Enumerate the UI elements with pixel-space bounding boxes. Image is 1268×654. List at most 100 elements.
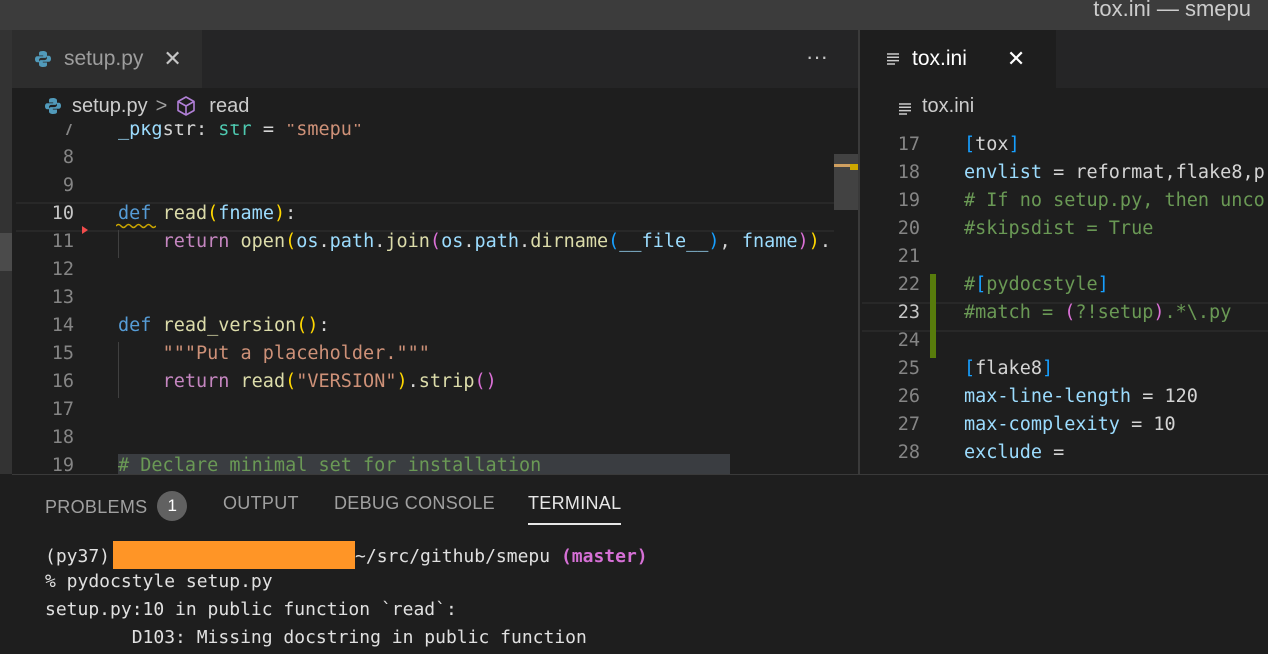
line-number: 19 xyxy=(51,455,74,474)
code-line[interactable]: 8 xyxy=(12,144,858,172)
scrollbar-marker xyxy=(850,164,858,170)
scrollbar-marker xyxy=(834,164,850,167)
code-line[interactable]: 18 envlist = reformat,flake8,p xyxy=(860,159,1268,187)
line-number: 26 xyxy=(897,386,920,407)
code-line[interactable]: 26 max-line-length = 120 xyxy=(860,383,1268,411)
lines-icon xyxy=(898,99,912,115)
line-number: 22 xyxy=(897,274,920,295)
line-number: 14 xyxy=(51,315,74,336)
activity-bar xyxy=(0,30,12,474)
bottom-panel: PROBLEMS 1 OUTPUT DEBUG CONSOLE TERMINAL … xyxy=(12,474,1268,654)
code-text: #[pydocstyle] xyxy=(964,274,1109,295)
code-line[interactable]: 27 max-complexity = 10 xyxy=(860,411,1268,439)
line-number: 23 xyxy=(897,302,920,323)
code-line[interactable]: 15 """Put a placeholder.""" xyxy=(12,340,858,368)
code-line[interactable]: 24 xyxy=(860,327,1268,355)
code-line[interactable]: 23 #match = (?!setup).*\.py xyxy=(860,299,1268,327)
tab-output[interactable]: OUTPUT xyxy=(223,493,299,514)
code-text: exclude = xyxy=(964,442,1065,463)
virtualenv-label: (py37) xyxy=(45,546,111,567)
breadcrumb: tox.ini xyxy=(860,88,1268,124)
left-tab-bar: setup.py ✕ ··· xyxy=(12,30,858,88)
more-actions-icon[interactable]: ··· xyxy=(806,44,828,70)
close-icon[interactable]: ✕ xyxy=(1007,46,1025,72)
code-line[interactable]: 25 [flake8] xyxy=(860,355,1268,383)
code-line[interactable]: 17 xyxy=(12,396,858,424)
tab-problems[interactable]: PROBLEMS 1 xyxy=(45,491,188,523)
cube-icon xyxy=(175,95,197,117)
title-bar: tox.ini — smepu xyxy=(0,0,1268,30)
tox-ini-editor[interactable]: 17 [tox] 18 envlist = reformat,flake8,p 19 # … xyxy=(860,124,1268,474)
terminal-output-line: D103: Missing docstring in public functi… xyxy=(45,627,587,648)
line-number: 15 xyxy=(51,343,74,364)
code-text: envlist = reformat,flake8,p xyxy=(964,162,1265,183)
tab-label: DEBUG CONSOLE xyxy=(334,493,495,513)
line-number: 10 xyxy=(51,203,74,224)
code-line[interactable]: 19 # If no setup.py, then unco xyxy=(860,187,1268,215)
code-text: def read_version(): xyxy=(118,315,330,336)
tab-terminal[interactable]: TERMINAL xyxy=(528,493,622,525)
line-number: 27 xyxy=(897,414,920,435)
line-number: 18 xyxy=(51,427,74,448)
terminal-output-line: setup.py:10 in public function `read`: xyxy=(45,599,457,620)
code-line[interactable]: 11 return open(os.path.join(os.path.dirn… xyxy=(12,228,858,256)
code-line[interactable]: 20 #skipsdist = True xyxy=(860,215,1268,243)
breadcrumb-file[interactable]: tox.ini xyxy=(922,95,974,118)
problems-count-badge: 1 xyxy=(157,491,188,521)
code-line[interactable]: 22 #[pydocstyle] xyxy=(860,271,1268,299)
code-line[interactable]: 9 xyxy=(12,172,858,200)
code-line[interactable]: 7 _pkgstr: str = "smepu" xyxy=(12,124,858,144)
tab-setup-py[interactable]: setup.py ✕ xyxy=(12,30,202,88)
setup-py-editor[interactable]: 7 _pkgstr: str = "smepu" 8 9 10 def read(fnam… xyxy=(12,124,858,474)
line-number: 25 xyxy=(897,358,920,379)
window-title: tox.ini — smepu xyxy=(1093,0,1251,21)
code-text: _pkgstr: str = "smepu" xyxy=(118,124,364,140)
code-text: #match = (?!setup).*\.py xyxy=(964,302,1232,323)
close-icon[interactable]: ✕ xyxy=(163,46,181,72)
tab-label: setup.py xyxy=(64,47,144,70)
line-number: 19 xyxy=(897,190,920,211)
code-text: return read("VERSION").strip() xyxy=(162,371,497,392)
line-number: 12 xyxy=(51,259,74,280)
code-line[interactable]: 17 [tox] xyxy=(860,131,1268,159)
activity-indicator xyxy=(0,233,12,271)
tab-label: PROBLEMS xyxy=(45,496,148,517)
error-marker-icon xyxy=(82,226,88,234)
line-number: 7 xyxy=(62,124,74,140)
redacted-block xyxy=(113,541,356,569)
lines-icon xyxy=(886,52,900,66)
tab-label: OUTPUT xyxy=(223,493,299,513)
code-text: """Put a placeholder.""" xyxy=(162,343,430,364)
line-number: 20 xyxy=(897,218,920,239)
code-line[interactable]: 13 xyxy=(12,284,858,312)
code-line[interactable]: 21 xyxy=(860,243,1268,271)
code-line[interactable]: 18 xyxy=(12,424,858,452)
code-line[interactable]: 14 def read_version(): xyxy=(12,312,858,340)
active-tab-underline xyxy=(528,523,622,525)
code-line[interactable]: 12 xyxy=(12,256,858,284)
right-tab-bar: tox.ini ✕ xyxy=(860,30,1268,88)
code-line[interactable]: 28 exclude = xyxy=(860,439,1268,467)
code-text: max-line-length = 120 xyxy=(964,386,1198,407)
line-number: 21 xyxy=(897,246,920,267)
line-number: 18 xyxy=(897,162,920,183)
line-number: 28 xyxy=(897,442,920,463)
tab-tox-ini[interactable]: tox.ini ✕ xyxy=(860,30,1056,88)
code-line[interactable]: 19 # Declare minimal set for installation xyxy=(12,452,858,474)
cwd-path: ~/src/github/smepu xyxy=(355,546,551,567)
line-number: 11 xyxy=(51,231,74,252)
breadcrumb-symbol[interactable]: read xyxy=(209,95,249,118)
code-line[interactable]: 16 return read("VERSION").strip() xyxy=(12,368,858,396)
tab-debug-console[interactable]: DEBUG CONSOLE xyxy=(334,493,495,514)
line-number: 24 xyxy=(897,330,920,351)
code-text: # Declare minimal set for installation xyxy=(118,455,542,474)
tab-label: TERMINAL xyxy=(528,493,622,513)
code-text: [tox] xyxy=(964,134,1020,155)
breadcrumb-file[interactable]: setup.py xyxy=(72,95,148,118)
code-text: return open(os.path.join(os.path.dirname… xyxy=(162,231,831,252)
line-number: 9 xyxy=(62,175,74,196)
breadcrumb: setup.py > read xyxy=(12,88,858,124)
scrollbar[interactable] xyxy=(834,154,858,210)
line-number: 13 xyxy=(51,287,74,308)
terminal-prompt-line: (py37) ~/src/github/smepu (master) xyxy=(45,541,648,571)
